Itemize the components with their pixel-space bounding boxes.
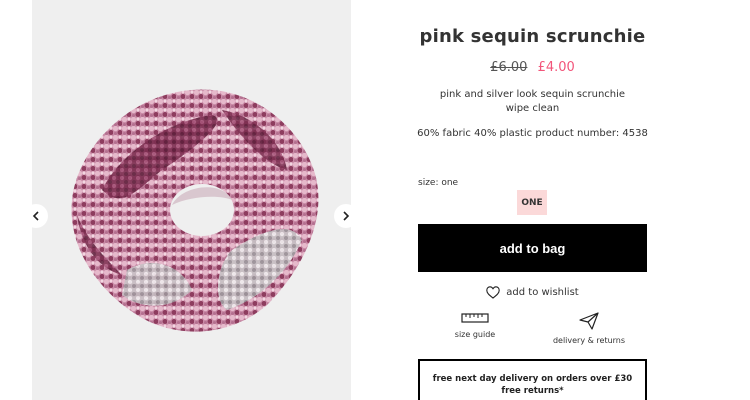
add-to-bag-button[interactable]: add to bag (418, 224, 647, 272)
chevron-right-icon (343, 211, 350, 221)
heart-icon (486, 285, 501, 299)
original-price: £6.00 (490, 60, 528, 75)
price-block: £6.00 £4.00 (358, 60, 707, 75)
size-guide-link[interactable]: size guide (420, 312, 530, 339)
size-option-one[interactable]: ONE (517, 190, 547, 215)
delivery-info-box: free next day delivery on orders over £3… (418, 359, 647, 400)
size-label: size: one (418, 178, 459, 188)
delivery-line: free next day delivery on orders over £3… (432, 374, 633, 384)
delivery-returns-label: delivery & returns (552, 336, 626, 345)
wishlist-label: add to wishlist (506, 286, 579, 298)
product-title: pink sequin scrunchie (419, 26, 646, 47)
prev-image-button[interactable] (24, 204, 48, 228)
size-guide-label: size guide (454, 330, 496, 339)
sale-price: £4.00 (537, 60, 575, 75)
description-line: pink and silver look sequin scrunchie (439, 89, 626, 100)
product-info: pink sequin scrunchie £6.00 £4.00 pink a… (417, 0, 648, 400)
product-gallery (32, 0, 351, 400)
next-image-button[interactable] (334, 204, 358, 228)
add-to-wishlist-button[interactable]: add to wishlist (418, 283, 647, 301)
ruler-icon (461, 313, 489, 323)
product-description: pink and silver look sequin scrunchie wi… (358, 88, 707, 116)
delivery-returns-link[interactable]: delivery & returns (534, 312, 644, 345)
paper-plane-icon (579, 312, 599, 330)
description-line: wipe clean (505, 103, 560, 114)
returns-line: free returns* (501, 386, 564, 396)
product-composition: 60% fabric 40% plastic product number: 4… (417, 128, 648, 139)
chevron-left-icon (32, 211, 39, 221)
product-image[interactable] (32, 0, 351, 400)
